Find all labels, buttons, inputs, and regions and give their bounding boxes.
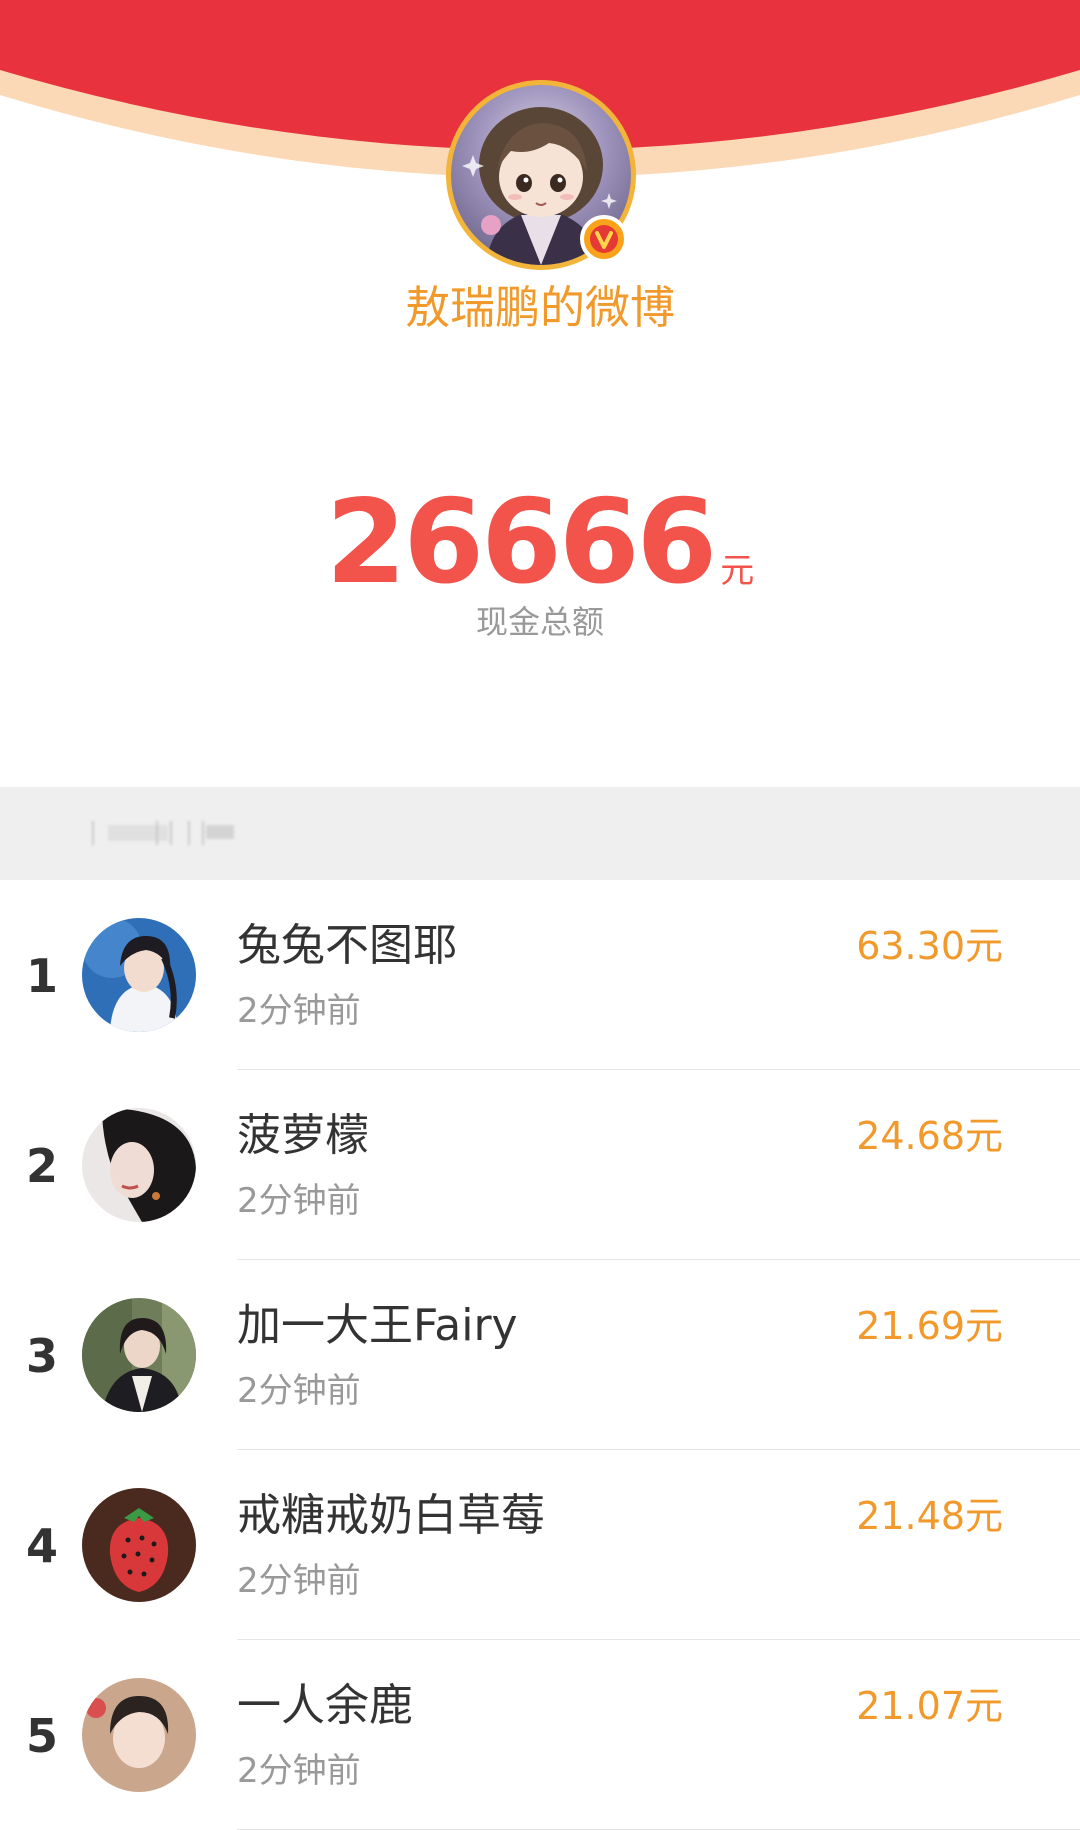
rank-number: 1 <box>25 949 58 1003</box>
rank-number: 3 <box>25 1329 58 1383</box>
rank-number: 2 <box>25 1139 58 1193</box>
list-item[interactable]: 3 加一大王Fairy 2分钟前 21.69元 <box>0 1260 1080 1450</box>
donation-amount: 21.07元 <box>856 1684 1003 1728</box>
donor-name[interactable]: 一人余鹿 <box>237 1678 413 1734</box>
total-unit: 元 <box>720 551 755 591</box>
donation-time: 2分钟前 <box>237 991 361 1031</box>
donor-list: 1 兔兔不图耶 2分钟前 63.30元 2 菠萝檬 2分钟前 24.68元 3 … <box>0 880 1080 1830</box>
blurred-section-title <box>92 821 234 845</box>
donation-time: 2分钟前 <box>237 1181 361 1221</box>
total-amount: 26666 <box>325 475 718 610</box>
section-header-bar <box>0 787 1080 880</box>
donor-name[interactable]: 菠萝檬 <box>237 1108 369 1164</box>
donor-name[interactable]: 兔兔不图耶 <box>237 918 457 974</box>
avatar[interactable] <box>82 1108 196 1222</box>
donor-name[interactable]: 加一大王Fairy <box>237 1298 518 1354</box>
avatar[interactable] <box>82 918 196 1032</box>
avatar[interactable] <box>82 1298 196 1412</box>
total-amount-block: 26666 元 <box>0 478 1080 608</box>
avatar[interactable] <box>82 1678 196 1792</box>
donation-time: 2分钟前 <box>237 1561 361 1601</box>
donation-amount: 63.30元 <box>856 924 1003 968</box>
donation-amount: 24.68元 <box>856 1114 1003 1158</box>
rank-number: 5 <box>25 1709 58 1763</box>
avatar[interactable] <box>82 1488 196 1602</box>
donation-amount: 21.48元 <box>856 1494 1003 1538</box>
total-label: 现金总额 <box>475 603 604 641</box>
list-item[interactable]: 4 戒糖戒奶白草莓 2分钟前 21.48元 <box>0 1450 1080 1640</box>
donor-name[interactable]: 戒糖戒奶白草莓 <box>237 1488 545 1544</box>
owner-name[interactable]: 敖瑞鹏的微博 <box>0 278 1080 338</box>
list-item[interactable]: 1 兔兔不图耶 2分钟前 63.30元 <box>0 880 1080 1070</box>
donation-time: 2分钟前 <box>237 1371 361 1411</box>
donation-time: 2分钟前 <box>237 1751 361 1791</box>
list-item[interactable]: 2 菠萝檬 2分钟前 24.68元 <box>0 1070 1080 1260</box>
donation-amount: 21.69元 <box>856 1304 1003 1348</box>
list-item[interactable]: 5 一人余鹿 2分钟前 21.07元 <box>0 1640 1080 1830</box>
rank-number: 4 <box>25 1519 58 1573</box>
verified-v-badge-icon <box>580 215 628 263</box>
